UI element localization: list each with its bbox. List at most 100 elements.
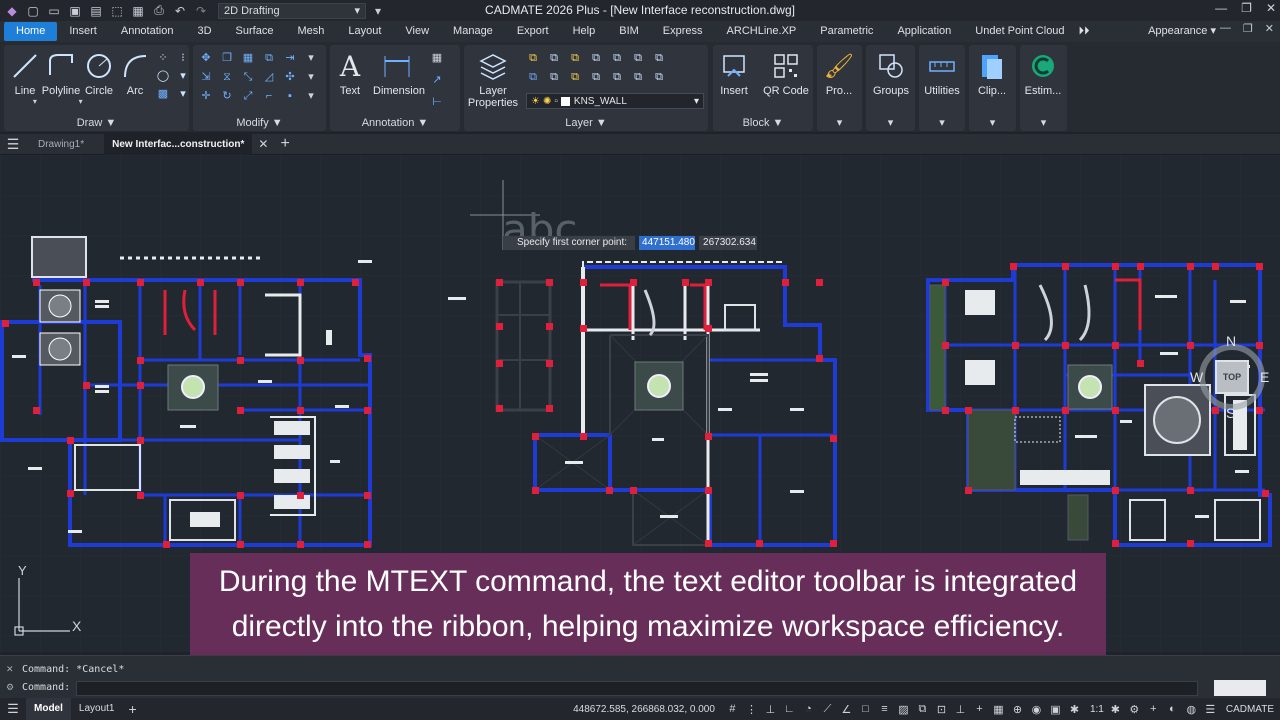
utilities-panel-more[interactable]: ▾ [919, 116, 965, 129]
viewcube[interactable]: TOP N S W E [1190, 333, 1274, 425]
transparency-icon[interactable]: ▨ [896, 702, 911, 717]
infer-icon[interactable]: ⊥ [763, 702, 778, 717]
tab-home[interactable]: Home [4, 22, 58, 41]
save-icon[interactable]: ▣ [66, 2, 84, 20]
close-tab-icon[interactable]: ✕ [252, 137, 274, 151]
tab-insert[interactable]: Insert [57, 22, 109, 41]
scale-icon[interactable]: ⤡ [241, 70, 255, 84]
layer-tool-4-icon[interactable]: ⧉ [589, 51, 603, 65]
tab-archline[interactable]: ARCHLine.XP [715, 22, 809, 41]
tab-parametric[interactable]: Parametric [808, 22, 885, 41]
layer-tool-14-icon[interactable]: ⧉ [652, 70, 666, 84]
erase-icon[interactable]: ▪ [283, 89, 297, 103]
tab-3d[interactable]: 3D [185, 22, 223, 41]
doc-minimize-icon[interactable]: — [1220, 22, 1231, 35]
tab-undet-point-cloud[interactable]: Undet Point Cloud [963, 22, 1076, 41]
tab-drawing1[interactable]: Drawing1* [30, 134, 92, 155]
coordinate-y-input[interactable]: 267302.634 [699, 236, 758, 250]
clipboard-panel-more[interactable]: ▾ [969, 116, 1016, 129]
selection-cycling-icon[interactable]: ⧉ [915, 702, 930, 717]
snap-icon[interactable]: ⋮ [744, 702, 759, 717]
copy-icon[interactable]: ❐ [220, 51, 234, 65]
estimate-panel-more[interactable]: ▾ [1020, 116, 1067, 129]
erase-more-icon[interactable]: ▾ [304, 89, 318, 103]
ortho-icon[interactable]: ∟ [782, 702, 797, 717]
command-input[interactable] [76, 681, 1198, 696]
fillet-icon[interactable]: ⌐ [262, 89, 276, 103]
close-icon[interactable]: ✕ [1266, 1, 1276, 15]
trim-icon[interactable]: ✛ [199, 89, 213, 103]
extend-icon[interactable]: ⤢ [241, 89, 255, 103]
command-settings-icon[interactable]: ⚙ [6, 682, 14, 693]
table-icon[interactable]: ▦ [430, 51, 444, 65]
undo-icon[interactable]: ↶ [171, 2, 189, 20]
plot-icon[interactable]: ▦ [129, 2, 147, 20]
clipboard-tool[interactable]: Clip... [967, 49, 1017, 97]
viewcube-west-label[interactable]: W [1190, 369, 1203, 385]
layer-tool-6-icon[interactable]: ⧉ [631, 51, 645, 65]
quick-properties-icon[interactable]: ▣ [1048, 702, 1063, 717]
restore-icon[interactable]: ❐ [1241, 1, 1252, 15]
app-menu-icon[interactable]: ◆ [3, 2, 21, 20]
open-file-icon[interactable]: ▭ [45, 2, 63, 20]
rotate-icon[interactable]: ↻ [220, 89, 234, 103]
qr-code-tool[interactable]: QR Code [761, 49, 811, 97]
tab-express[interactable]: Express [651, 22, 715, 41]
point-icon[interactable]: ⁘ [156, 51, 170, 65]
selection-filter-icon[interactable]: ✱ [1067, 702, 1082, 717]
tab-new-interface[interactable]: New Interfac...construction* [104, 133, 253, 155]
layer-panel-label[interactable]: Layer ▼ [464, 117, 708, 129]
hamburger-status-icon[interactable]: ☰ [0, 701, 26, 717]
tabs-overflow-icon[interactable]: ⏵⏵ [1077, 25, 1090, 38]
print-icon[interactable]: ⎙ [150, 2, 168, 20]
offset-icon[interactable]: ⧉ [262, 51, 276, 65]
layer-properties-tool[interactable]: Layer Properties [467, 49, 519, 109]
layer-tool-11-icon[interactable]: ⧉ [589, 70, 603, 84]
tab-bim[interactable]: BIM [607, 22, 651, 41]
lineweight-icon[interactable]: ≡ [877, 702, 892, 717]
chamfer-icon[interactable]: ◿ [262, 70, 276, 84]
point-more-icon[interactable]: ⁝ [176, 51, 190, 65]
dimension-tool[interactable]: Dimension [373, 49, 425, 97]
stretch-icon[interactable]: ⇲ [199, 70, 213, 84]
save-as-icon[interactable]: ▤ [87, 2, 105, 20]
layer-tool-10-icon[interactable]: ⧉ [568, 70, 582, 84]
block-panel-label[interactable]: Block ▼ [713, 117, 813, 129]
mirror-icon[interactable]: ⧖ [220, 70, 234, 84]
tab-layout[interactable]: Layout [336, 22, 393, 41]
explode-more-icon[interactable]: ▾ [304, 70, 318, 84]
annotation-scale[interactable]: 1:1 [1090, 704, 1104, 715]
array-icon[interactable]: ▦ [241, 51, 255, 65]
utilities-tool[interactable]: Utilities [917, 49, 967, 97]
tab-application[interactable]: Application [885, 22, 963, 41]
explode-icon[interactable]: ✣ [283, 70, 297, 84]
units-icon[interactable]: ◉ [1029, 702, 1044, 717]
layer-tool-3-icon[interactable]: ⧉ [568, 51, 582, 65]
appearance-menu[interactable]: Appearance ▾ [1148, 21, 1216, 42]
tab-surface[interactable]: Surface [224, 22, 286, 41]
ellipse-icon[interactable]: ◯ [156, 69, 170, 83]
tab-manage[interactable]: Manage [441, 22, 505, 41]
dimstyle-icon[interactable]: ⊢ [430, 95, 444, 109]
tab-annotation[interactable]: Annotation [109, 22, 186, 41]
tab-view[interactable]: View [393, 22, 441, 41]
layout1-tab[interactable]: Layout1 [71, 698, 123, 720]
align-icon[interactable]: ⇥ [283, 51, 297, 65]
command-close-icon[interactable]: ✕ [6, 664, 14, 675]
viewcube-south-label[interactable]: S [1226, 405, 1235, 421]
doc-close-icon[interactable]: ✕ [1265, 22, 1274, 35]
coordinate-x-input[interactable]: 447151.480 [639, 236, 696, 250]
lock-ui-icon[interactable]: ◍ [1184, 702, 1199, 717]
align-more-icon[interactable]: ▾ [304, 51, 318, 65]
annotation-monitor-icon[interactable]: ⊕ [1010, 702, 1025, 717]
tab-export[interactable]: Export [505, 22, 561, 41]
dynamic-input-icon[interactable]: + [972, 702, 987, 717]
groups-tool[interactable]: Groups [866, 49, 916, 97]
model-tab[interactable]: Model [26, 698, 71, 720]
dynamic-ucs-icon[interactable]: ⊥ [953, 702, 968, 717]
annotation-panel-label[interactable]: Annotation ▼ [330, 117, 460, 129]
leader-icon[interactable]: ↗ [430, 73, 444, 87]
draw-panel-label[interactable]: Draw ▼ [4, 117, 189, 129]
layer-tool-8-icon[interactable]: ⧉ [526, 70, 540, 84]
osnap-tracking-icon[interactable]: ∠ [839, 702, 854, 717]
